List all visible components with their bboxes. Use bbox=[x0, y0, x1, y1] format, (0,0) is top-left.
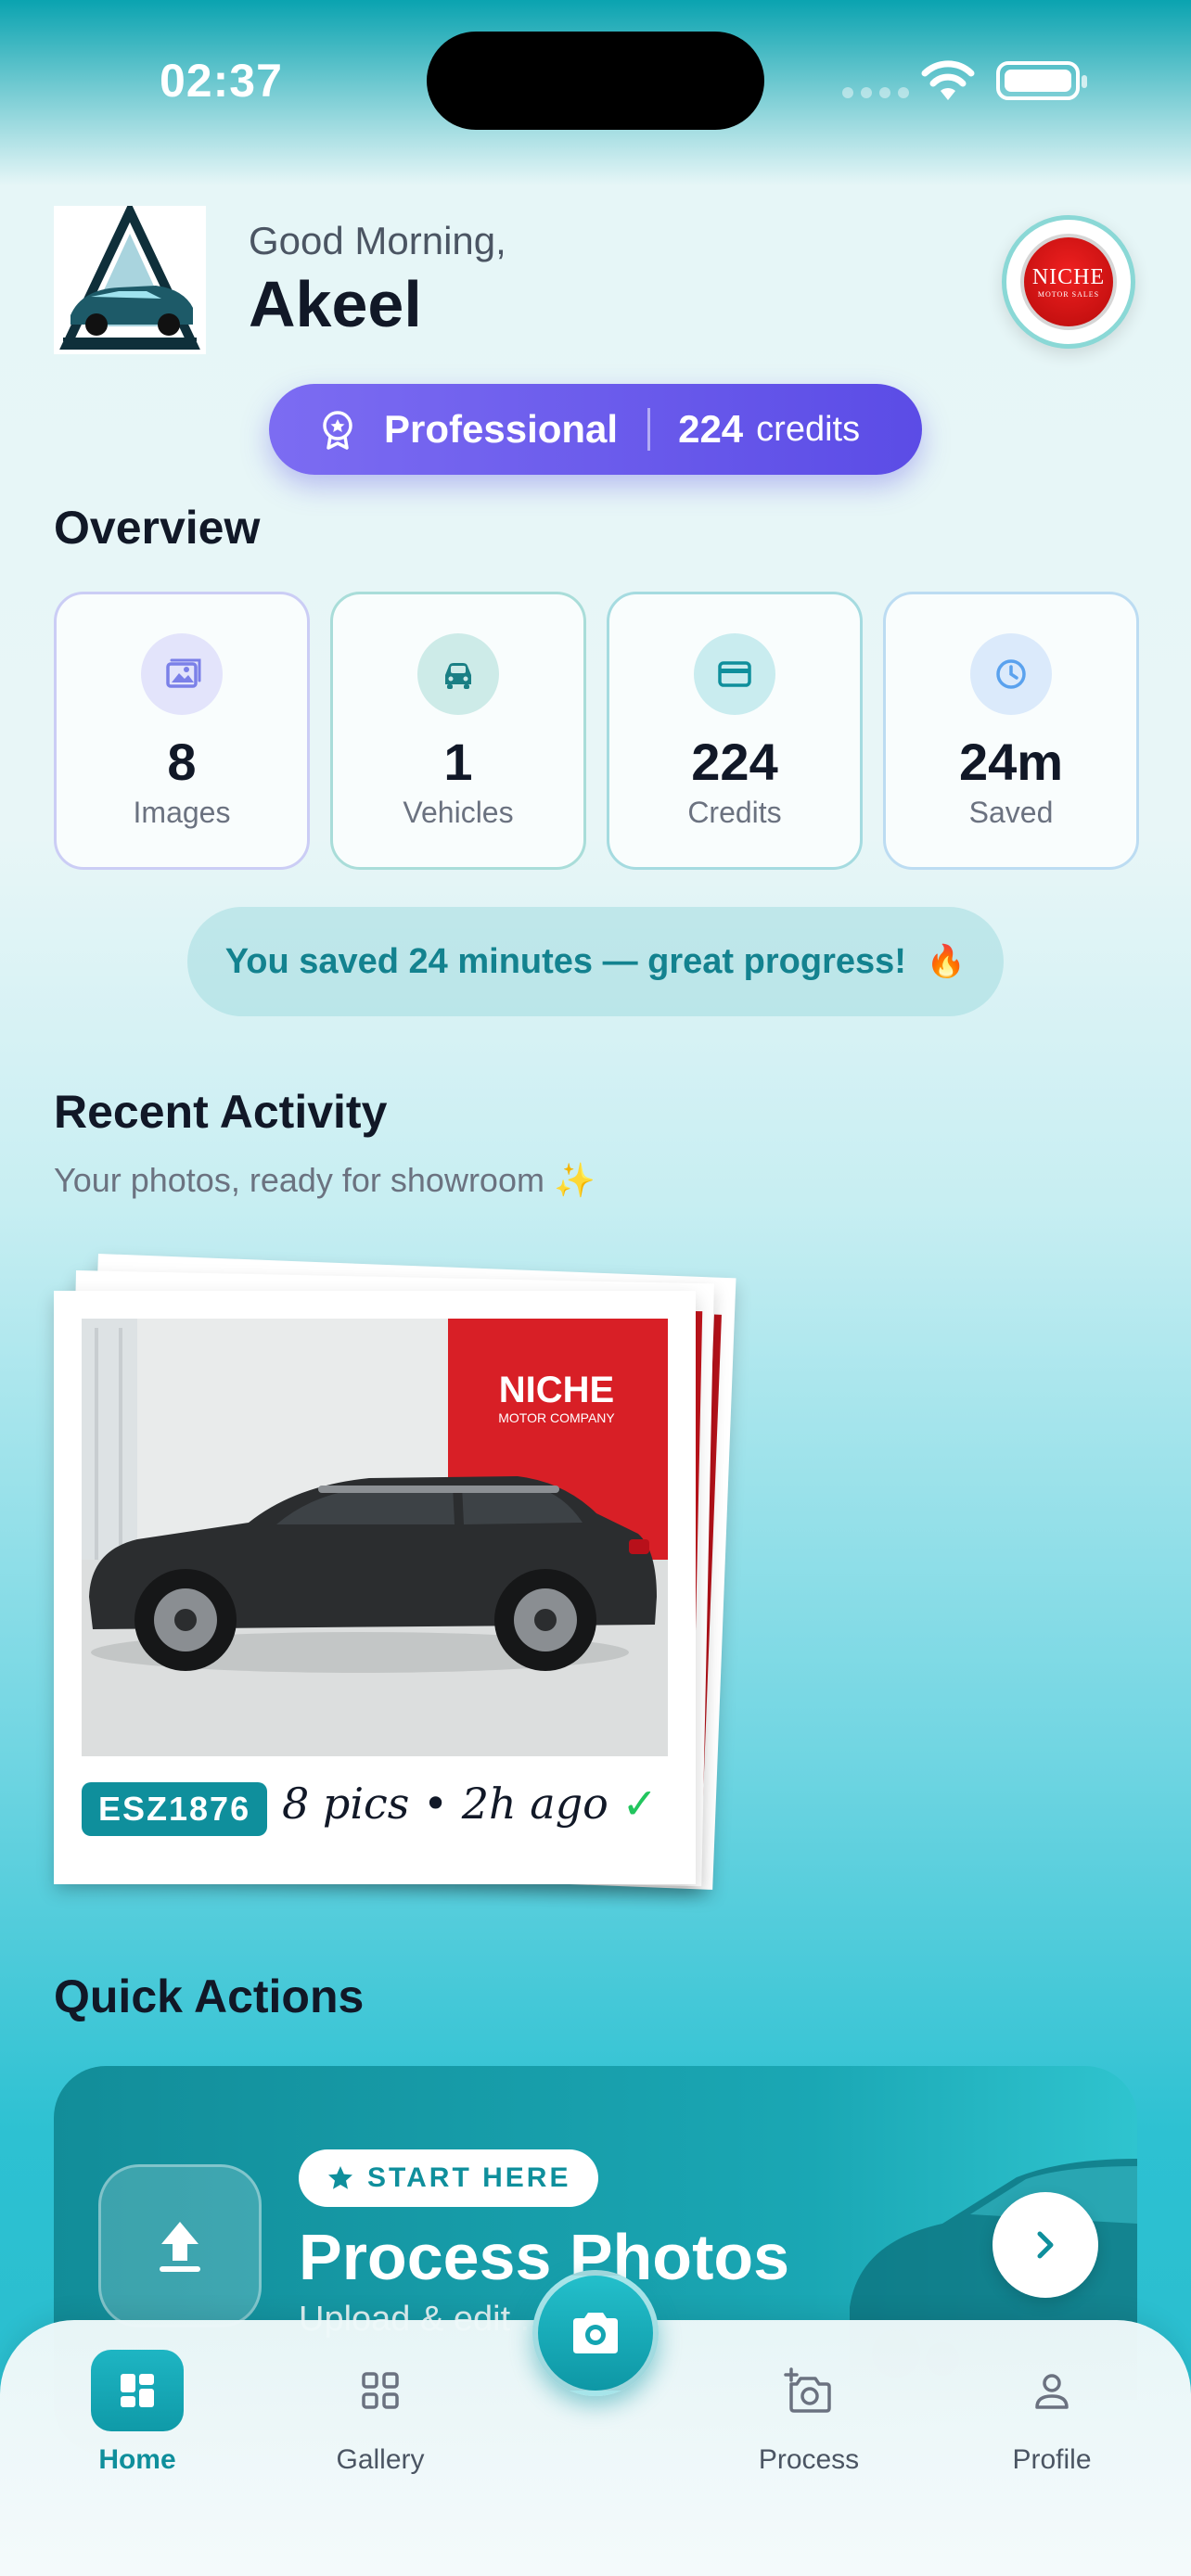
user-name: Akeel bbox=[249, 268, 422, 340]
start-here-label: START HERE bbox=[367, 2162, 571, 2193]
greeting-text: Good Morning, bbox=[249, 219, 506, 262]
stat-value: 24m bbox=[958, 733, 1064, 791]
camera-fab-button[interactable] bbox=[532, 2270, 659, 2396]
tab-label: Profile bbox=[1012, 2444, 1092, 2475]
dealer-avatar[interactable]: NICHE MOTOR SALES bbox=[1002, 215, 1135, 349]
tab-profile[interactable]: Profile bbox=[959, 2350, 1145, 2476]
dealer-sign-text: NICHE bbox=[499, 1370, 614, 1410]
process-photos-arrow-button[interactable] bbox=[992, 2192, 1098, 2298]
home-icon bbox=[91, 2350, 184, 2431]
award-icon bbox=[323, 411, 352, 450]
cellular-signal-icon bbox=[842, 87, 909, 98]
time-saved-message: You saved 24 minutes — great progress! bbox=[224, 941, 906, 981]
stat-value: 224 bbox=[691, 733, 778, 791]
app-logo bbox=[54, 200, 206, 354]
recent-activity-subtitle: Your photos, ready for showroom ✨ bbox=[54, 1161, 596, 1199]
process-photos-title: Process Photos bbox=[299, 2221, 790, 2293]
stat-card-images[interactable]: 8 Images bbox=[54, 592, 310, 870]
credits-label: credits bbox=[756, 409, 861, 449]
fire-icon: 🔥 bbox=[926, 944, 967, 979]
plan-divider bbox=[647, 408, 651, 451]
stat-label: Vehicles bbox=[403, 796, 514, 829]
start-here-chip: START HERE bbox=[299, 2149, 599, 2207]
gallery-grid-icon bbox=[358, 2350, 403, 2431]
upload-icon bbox=[160, 2222, 200, 2272]
tab-gallery[interactable]: Gallery bbox=[288, 2350, 473, 2476]
dealer-logo-text: NICHE bbox=[1031, 265, 1106, 289]
dealer-sign-subtext: MOTOR COMPANY bbox=[498, 1410, 615, 1425]
star-icon bbox=[328, 2166, 352, 2189]
overview-title: Overview bbox=[54, 502, 261, 554]
plan-badge[interactable]: Professional 224 credits bbox=[269, 384, 922, 475]
wifi-icon bbox=[921, 60, 975, 100]
tab-label: Process bbox=[758, 2444, 860, 2475]
vehicle-photo[interactable]: NICHE MOTOR COMPANY bbox=[82, 1319, 668, 1756]
camera-icon bbox=[573, 2313, 618, 2353]
photo-meta: 8 pics • 2h ago ✓ bbox=[282, 1779, 658, 1829]
stat-card-saved[interactable]: 24m Saved bbox=[883, 592, 1139, 870]
clock-icon bbox=[970, 633, 1052, 715]
stat-label: Saved bbox=[968, 796, 1054, 829]
stat-value: 8 bbox=[167, 733, 197, 791]
camera-plus-icon bbox=[784, 2350, 834, 2431]
plan-name: Professional bbox=[384, 407, 619, 451]
dealer-logo-subtext: MOTOR SALES bbox=[1037, 290, 1100, 299]
upload-button[interactable] bbox=[98, 2164, 262, 2327]
quick-actions-title: Quick Actions bbox=[54, 1970, 365, 2022]
car-icon bbox=[417, 633, 499, 715]
photo-meta-text: 8 pics • 2h ago bbox=[282, 1779, 608, 1829]
status-time: 02:37 bbox=[160, 55, 283, 107]
credit-card-icon bbox=[694, 633, 775, 715]
credits-count: 224 bbox=[678, 407, 744, 451]
stat-label: Images bbox=[133, 796, 231, 829]
stat-label: Credits bbox=[687, 796, 782, 829]
person-icon bbox=[1030, 2350, 1074, 2431]
stat-card-vehicles[interactable]: 1 Vehicles bbox=[330, 592, 586, 870]
stat-card-credits[interactable]: 224 Credits bbox=[607, 592, 863, 870]
images-icon bbox=[141, 633, 223, 715]
tab-label: Home bbox=[98, 2444, 176, 2475]
chevron-right-icon bbox=[1037, 2231, 1054, 2259]
check-icon: ✓ bbox=[621, 1779, 659, 1829]
license-plate-badge: ESZ1876 bbox=[82, 1782, 268, 1836]
recent-activity-title: Recent Activity bbox=[54, 1086, 388, 1138]
tab-home[interactable]: Home bbox=[45, 2350, 230, 2476]
stat-value: 1 bbox=[443, 733, 473, 791]
time-saved-banner: You saved 24 minutes — great progress! 🔥 bbox=[187, 907, 1004, 1016]
battery-icon bbox=[996, 61, 1087, 100]
dynamic-island bbox=[427, 32, 764, 130]
tab-label: Gallery bbox=[336, 2444, 425, 2475]
tab-process[interactable]: Process bbox=[716, 2350, 902, 2476]
